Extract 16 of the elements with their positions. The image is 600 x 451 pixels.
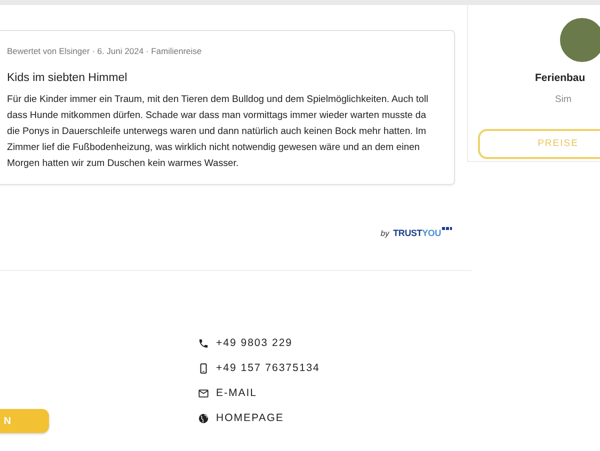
host-name: Ferienbau xyxy=(535,71,586,86)
envelope-icon xyxy=(198,388,209,399)
review-title: Kids im siebten Himmel xyxy=(7,70,128,86)
contact-link[interactable]: +49 157 76375134 xyxy=(216,360,320,376)
brand-logo: TRUSTYOU xyxy=(393,227,452,240)
review-text: Für die Kinder immer ein Traum, mit den Tieren dem Bulldog und dem Spielmöglichkeiten. Auch toll dass Hunde mitkommen dürfen. Schade war dass man vormittags immer wieder warten musste da die Ponys in Dauerschleife unterwegs waren und dann natürlich auch keinen Bock mehr hatten. Im Zimmer lief die Fußbodenheizung, was wirklich nicht notwendig gewesen wäre und an dem einen Morgen hatten wir zum Duschen kein warmes Wasser. xyxy=(7,93,430,171)
attribution-prefix: by xyxy=(380,228,390,240)
globe-icon xyxy=(198,413,209,424)
avatar-photo-placeholder xyxy=(560,18,600,62)
contact-link[interactable]: E-MAIL xyxy=(216,386,258,402)
contact-link[interactable]: HOMEPAGE xyxy=(216,410,284,426)
review-meta: Bewertet von Elsinger · 6. Juni 2024 · Familienreise xyxy=(7,45,203,58)
contact-link[interactable]: +49 9803 229 xyxy=(216,336,293,352)
phone-icon xyxy=(198,338,209,349)
smartphone-icon xyxy=(198,363,209,374)
host-subtitle: Sim xyxy=(555,92,572,107)
